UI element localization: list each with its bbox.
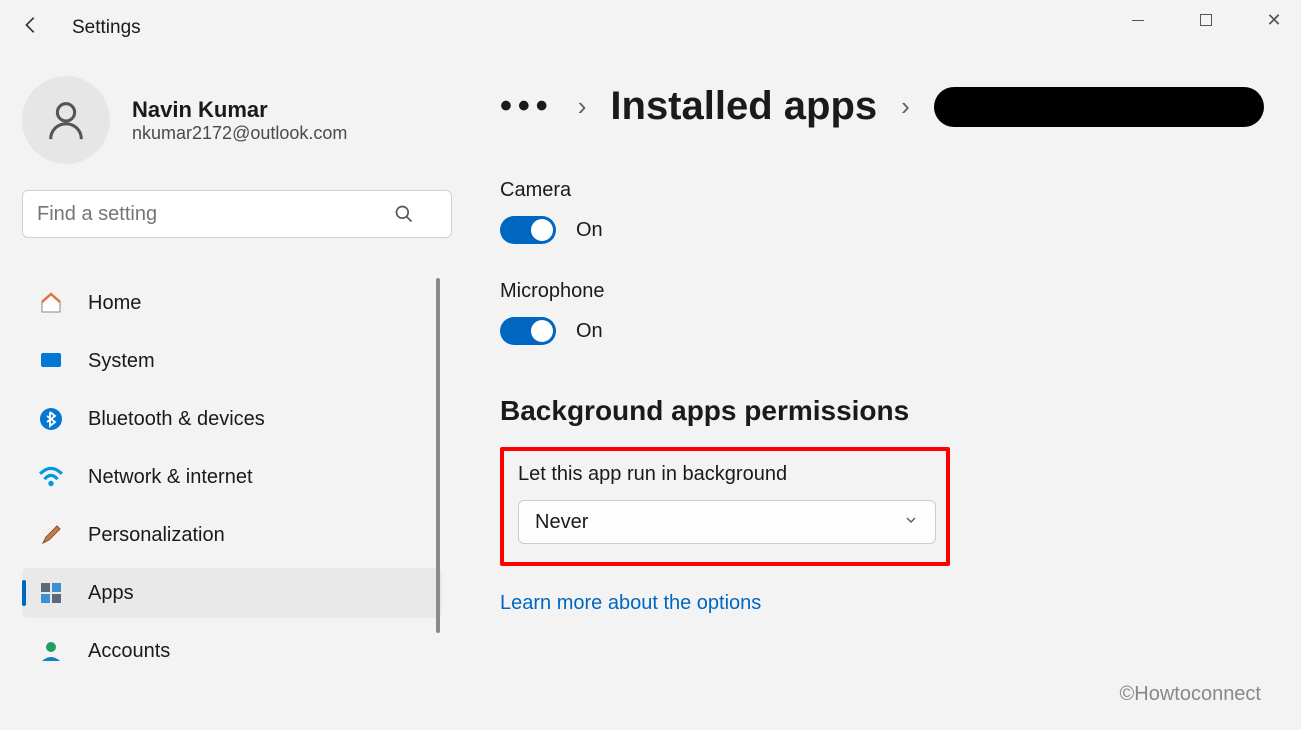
chevron-right-icon: › [901, 91, 910, 122]
maximize-button[interactable] [1189, 6, 1223, 34]
sidebar-item-accounts[interactable]: Accounts [22, 626, 442, 676]
sidebar-item-label: Home [88, 292, 141, 315]
sidebar-item-label: Bluetooth & devices [88, 408, 265, 431]
close-button[interactable]: ✕ [1257, 6, 1291, 34]
background-run-label: Let this app run in background [518, 463, 932, 486]
microphone-label: Microphone [500, 280, 1271, 303]
microphone-toggle[interactable] [500, 317, 556, 345]
sidebar-item-label: Apps [88, 582, 134, 605]
sidebar-item-network[interactable]: Network & internet [22, 452, 442, 502]
learn-more-link[interactable]: Learn more about the options [500, 592, 761, 615]
chevron-right-icon: › [578, 91, 587, 122]
wifi-icon [38, 464, 64, 490]
sidebar-item-label: System [88, 350, 155, 373]
search-input[interactable] [22, 190, 452, 238]
back-button[interactable] [14, 8, 48, 48]
search-icon [394, 204, 414, 229]
back-arrow-icon [20, 14, 42, 36]
microphone-state: On [576, 320, 603, 343]
sidebar-item-home[interactable]: Home [22, 278, 442, 328]
background-run-value: Never [535, 511, 588, 534]
sidebar-item-label: Network & internet [88, 466, 253, 489]
home-icon [38, 290, 64, 316]
sidebar-nav: Home System Bluetooth & devices Network … [22, 278, 440, 676]
minimize-button[interactable] [1121, 6, 1155, 34]
sidebar-item-apps[interactable]: Apps [22, 568, 442, 618]
sidebar-item-label: Personalization [88, 524, 225, 547]
avatar [22, 76, 110, 164]
breadcrumb-parent[interactable]: Installed apps [610, 84, 877, 129]
window-title: Settings [72, 17, 141, 39]
sidebar-item-system[interactable]: System [22, 336, 442, 386]
background-section-title: Background apps permissions [500, 395, 1271, 427]
camera-label: Camera [500, 179, 1271, 202]
brush-icon [38, 522, 64, 548]
breadcrumb: ••• › Installed apps › [500, 84, 1271, 129]
camera-state: On [576, 219, 603, 242]
background-permission-highlight: Let this app run in background Never [500, 447, 950, 566]
profile-email: nkumar2172@outlook.com [132, 123, 347, 144]
accounts-icon [38, 638, 64, 664]
sidebar-item-label: Accounts [88, 640, 170, 663]
profile-name: Navin Kumar [132, 97, 347, 123]
camera-toggle[interactable] [500, 216, 556, 244]
apps-icon [38, 580, 64, 606]
system-icon [38, 348, 64, 374]
background-run-select[interactable]: Never [518, 500, 936, 544]
watermark: ©Howtoconnect [1120, 683, 1261, 706]
chevron-down-icon [903, 511, 919, 534]
breadcrumb-overflow[interactable]: ••• [500, 98, 554, 115]
breadcrumb-current-redacted [934, 87, 1264, 127]
bluetooth-icon [38, 406, 64, 432]
profile-block[interactable]: Navin Kumar nkumar2172@outlook.com [22, 76, 440, 164]
sidebar-item-bluetooth[interactable]: Bluetooth & devices [22, 394, 442, 444]
person-icon [43, 97, 89, 143]
sidebar-item-personalization[interactable]: Personalization [22, 510, 442, 560]
